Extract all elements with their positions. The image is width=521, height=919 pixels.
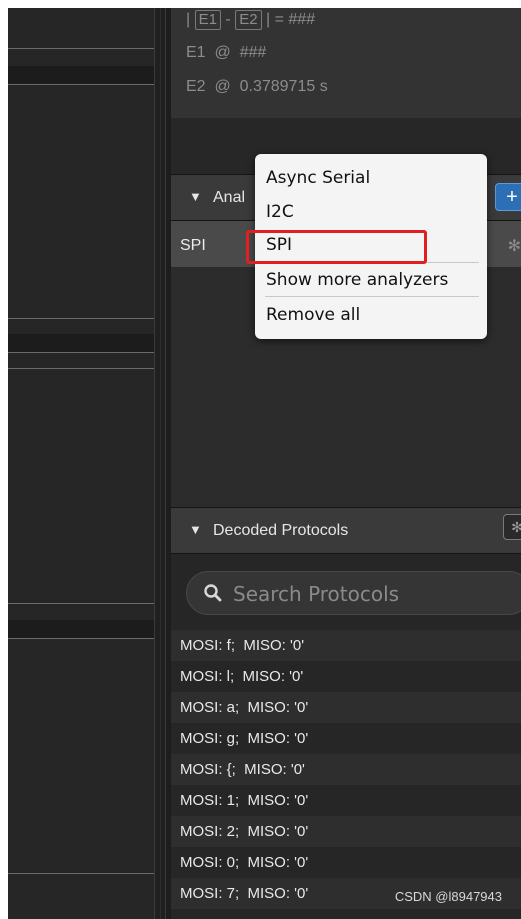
e1-value: ### [239,44,267,61]
decoded-results-list[interactable]: MOSI: f; MISO: '0' MOSI: l; MISO: '0' MO… [171,630,521,919]
table-row[interactable]: MOSI: f; MISO: '0' [171,630,521,661]
table-row[interactable]: MOSI: 1; MISO: '0' [171,909,521,919]
divider [8,48,154,49]
divider [8,318,154,319]
table-row[interactable]: MOSI: 1; MISO: '0' [171,785,521,816]
menu-item-show-more-analyzers[interactable]: Show more analyzers [266,265,478,295]
search-area [171,554,521,630]
marker-e2-box[interactable]: E2 [235,10,262,30]
menu-item-remove-all[interactable]: Remove all [266,300,478,330]
channel-band [8,334,154,352]
search-icon [204,584,222,602]
sidebar: | E1 - E2 | = ### E1 @ ### E2 @ 0.378971… [171,8,521,919]
e2-value: 0.3789715 s [239,78,328,95]
waveform-pane[interactable] [8,8,154,919]
divider [8,84,154,85]
analyzers-title: Anal [213,189,246,206]
e1-time-row: E1 @ ### [186,44,267,61]
channel-band [8,66,154,84]
timing-panel: | E1 - E2 | = ### E1 @ ### E2 @ 0.378971… [171,8,521,118]
menu-item-async-serial[interactable]: Async Serial [266,163,478,193]
divider [8,603,154,604]
watermark: CSDN @l8947943 [394,889,502,904]
menu-item-i2c[interactable]: I2C [266,197,478,227]
table-row[interactable]: MOSI: g; MISO: '0' [171,723,521,754]
table-row[interactable]: MOSI: l; MISO: '0' [171,661,521,692]
decoded-settings-button[interactable]: ✻ [503,514,521,540]
add-analyzer-button[interactable]: + [495,183,521,211]
analyzer-name: SPI [180,237,206,254]
channel-band [8,620,154,638]
pane-splitter[interactable] [154,8,166,919]
analyzer-settings-icon[interactable]: ✻ [508,236,521,256]
search-protocols-input[interactable] [231,580,521,608]
decoded-protocols-header[interactable]: ▼ Decoded Protocols ✻ [171,507,521,554]
table-row[interactable]: MOSI: a; MISO: '0' [171,692,521,723]
search-box[interactable] [186,571,521,615]
collapse-triangle-icon[interactable]: ▼ [189,189,202,204]
divider [8,352,154,353]
annotation-highlight-box [246,230,427,264]
table-row[interactable]: MOSI: 2; MISO: '0' [171,816,521,847]
table-row[interactable]: MOSI: 0; MISO: '0' [171,847,521,878]
collapse-triangle-icon[interactable]: ▼ [189,522,202,537]
divider [8,638,154,639]
abs-time-row: | E1 - E2 | = ### [186,10,316,30]
menu-separator [265,296,479,297]
divider [8,368,154,369]
decoded-protocols-title: Decoded Protocols [213,522,349,539]
divider [8,873,154,874]
table-row[interactable]: MOSI: {; MISO: '0' [171,754,521,785]
logic-analyzer-window: | E1 - E2 | = ### E1 @ ### E2 @ 0.378971… [8,8,521,919]
marker-e1-box[interactable]: E1 [194,10,221,30]
e2-time-row: E2 @ 0.3789715 s [186,78,328,95]
